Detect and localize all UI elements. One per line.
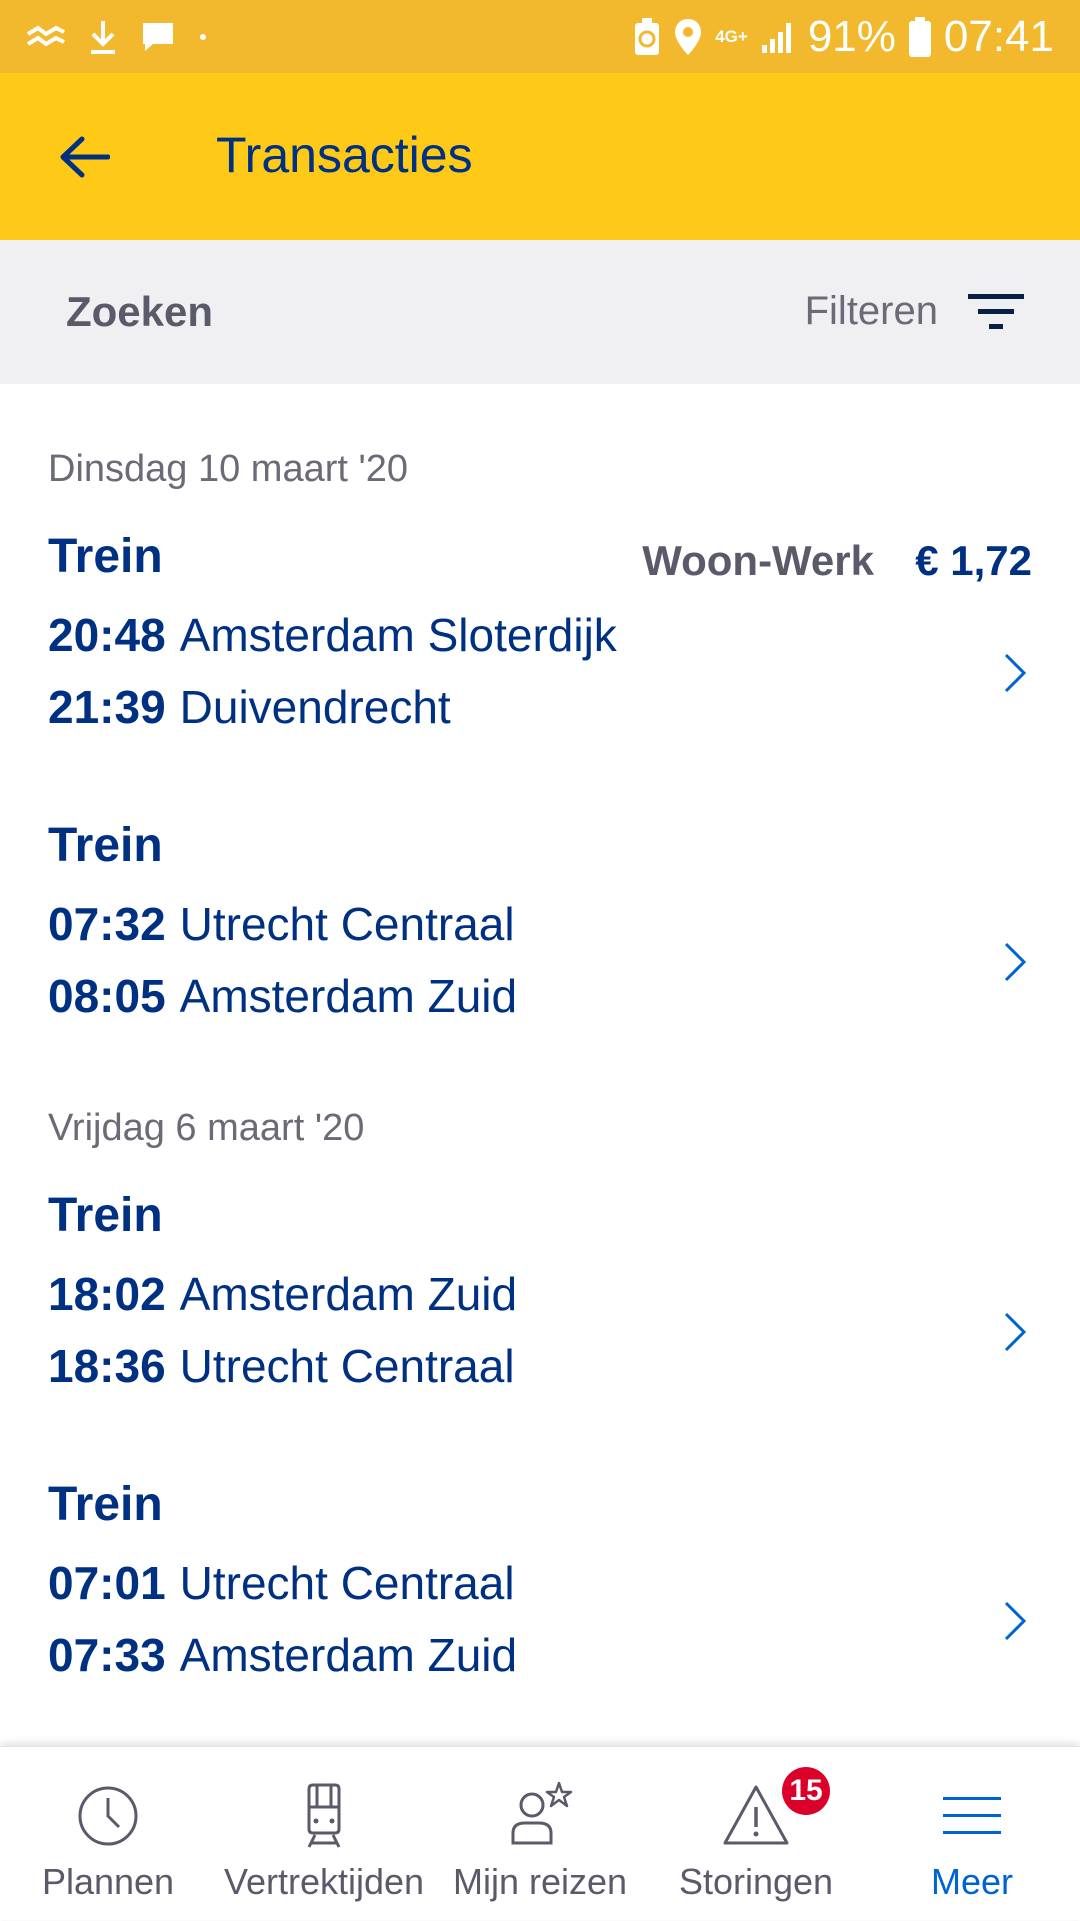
arrival-row: 18:36 Utrecht Centraal [48, 1339, 515, 1393]
arrival-time: 07:33 [48, 1629, 166, 1681]
page-title: Transacties [216, 127, 473, 183]
transaction-item[interactable]: Trein 07:32 Utrecht Centraal 08:05 Amsterd… [0, 818, 1080, 1098]
transport-type: Trein [48, 1478, 163, 1531]
filter-icon[interactable] [968, 292, 1024, 332]
message-icon [143, 23, 173, 51]
search-bar: Zoeken Filteren [0, 240, 1080, 384]
download-icon [91, 21, 115, 54]
trip-category: Woon-Werk [642, 537, 874, 584]
arrival-station: Duivendrecht [179, 681, 451, 733]
nav-label: Vertrektijden [223, 1861, 425, 1902]
notification-badge: 15 [782, 1767, 830, 1815]
menu-icon [943, 1797, 1001, 1834]
filter-button[interactable]: Filteren [805, 289, 938, 334]
arrival-row: 21:39 Duivendrecht [48, 680, 451, 734]
departure-station: Utrecht Centraal [179, 898, 515, 950]
nav-meer[interactable]: Meer [864, 1747, 1080, 1921]
chevron-right-icon [1004, 1312, 1027, 1352]
arrival-station: Amsterdam Zuid [179, 1629, 518, 1681]
departure-station: Utrecht Centraal [179, 1557, 515, 1609]
nav-plannen[interactable]: Plannen [0, 1747, 216, 1921]
train-icon [307, 1783, 341, 1848]
search-input[interactable]: Zoeken [66, 288, 213, 336]
clock: 07:41 [943, 12, 1054, 61]
arrival-time: 18:36 [48, 1340, 166, 1392]
signal-icon [761, 23, 791, 53]
departure-row: 18:02 Amsterdam Zuid [48, 1267, 517, 1321]
user-star-icon [511, 1781, 573, 1845]
app-bar: Transacties [0, 73, 1080, 240]
battery-percent: 91% [807, 12, 896, 61]
chevron-right-icon [1004, 1601, 1027, 1641]
bottom-navigation: Plannen Vertrektijden Mijn reizen Storin… [0, 1746, 1080, 1920]
location-icon [675, 19, 702, 55]
nav-label: Meer [930, 1861, 1014, 1902]
nav-label: Storingen [678, 1861, 834, 1902]
back-button[interactable] [48, 121, 120, 193]
date-header: Dinsdag 10 maart '20 [48, 448, 409, 490]
nav-mijn-reizen[interactable]: Mijn reizen [432, 1747, 648, 1921]
departure-row: 20:48 Amsterdam Sloterdijk [48, 608, 617, 662]
arrival-row: 08:05 Amsterdam Zuid [48, 969, 517, 1023]
trip-price: € 1,72 [915, 537, 1032, 584]
arrow-left-icon [60, 136, 110, 178]
battery-icon [908, 17, 931, 57]
battery-saver-icon [635, 18, 660, 55]
nav-label: Plannen [41, 1861, 175, 1902]
dot-icon [200, 34, 206, 40]
arrival-station: Utrecht Centraal [179, 1340, 515, 1392]
arrival-time: 21:39 [48, 681, 166, 733]
nav-label: Mijn reizen [452, 1861, 628, 1902]
departure-station: Amsterdam Zuid [179, 1268, 518, 1320]
network-type: 4G+ [715, 27, 748, 46]
date-header: Vrijdag 6 maart '20 [48, 1107, 365, 1149]
departure-time: 07:01 [48, 1557, 166, 1609]
clock-icon [78, 1786, 138, 1846]
departure-time: 18:02 [48, 1268, 166, 1320]
transport-type: Trein [48, 819, 163, 872]
departure-station: Amsterdam Sloterdijk [179, 609, 617, 661]
transaction-item[interactable]: Trein 07:01 Utrecht Centraal 07:33 Amsterd… [0, 1477, 1080, 1757]
sync-icon [26, 25, 65, 47]
chevron-right-icon [1004, 942, 1027, 982]
nav-storingen[interactable]: Storingen [648, 1747, 864, 1921]
departure-time: 07:32 [48, 898, 166, 950]
departure-row: 07:01 Utrecht Centraal [48, 1556, 515, 1610]
arrival-row: 07:33 Amsterdam Zuid [48, 1628, 517, 1682]
departure-row: 07:32 Utrecht Centraal [48, 897, 515, 951]
transport-type: Trein [48, 530, 163, 583]
transaction-item[interactable]: Trein Woon-Werk € 1,72 20:48 Amsterdam Sl… [0, 529, 1080, 809]
transaction-item[interactable]: Trein 18:02 Amsterdam Zuid 18:36 Utrecht C… [0, 1188, 1080, 1468]
nav-vertrektijden[interactable]: Vertrektijden [216, 1747, 432, 1921]
arrival-time: 08:05 [48, 970, 166, 1022]
status-bar: 4G+ 91% 07:41 [0, 0, 1080, 73]
departure-time: 20:48 [48, 609, 166, 661]
chevron-right-icon [1004, 653, 1027, 693]
transport-type: Trein [48, 1189, 163, 1242]
warning-icon [723, 1785, 789, 1845]
arrival-station: Amsterdam Zuid [179, 970, 518, 1022]
